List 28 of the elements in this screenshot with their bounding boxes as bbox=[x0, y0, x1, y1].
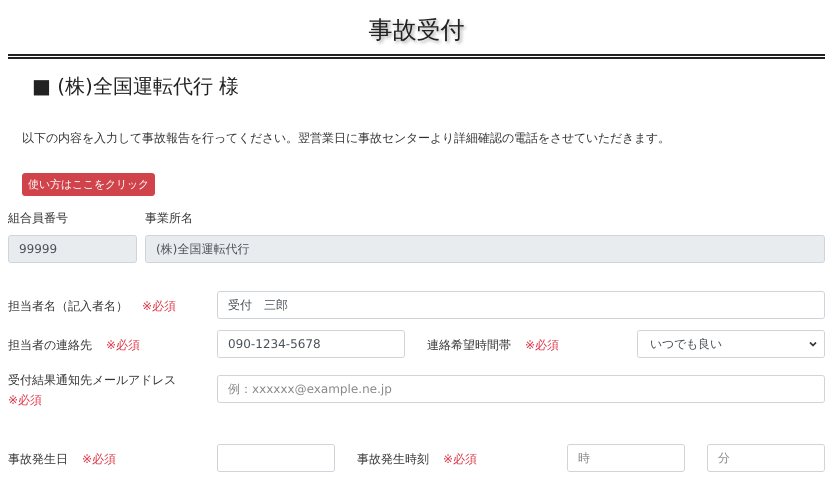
field-label: 事故発生日 bbox=[8, 451, 68, 468]
field-label: 事故発生時刻 bbox=[357, 451, 429, 468]
input-field[interactable] bbox=[217, 444, 335, 472]
required-mark: ※必須 bbox=[106, 338, 140, 352]
required-mark: ※必須 bbox=[82, 452, 116, 466]
field-label: 事業所名 bbox=[145, 210, 194, 227]
chevron-down-icon bbox=[808, 339, 818, 349]
input-field[interactable]: 090-1234-5678 bbox=[217, 330, 405, 358]
help-button[interactable]: 使い方はここをクリック bbox=[22, 173, 155, 196]
field-label: 連絡希望時間帯 bbox=[427, 337, 511, 354]
input-field[interactable]: 例：xxxxxx@example.ne.jp bbox=[217, 375, 825, 403]
input-field[interactable]: 時 bbox=[567, 444, 685, 472]
required-mark: ※必須 bbox=[8, 393, 42, 407]
page-title: 事故受付 bbox=[8, 0, 825, 59]
field-label: 受付結果通知先メールアドレス bbox=[8, 372, 176, 389]
company-heading: ■ (株)全国運転代行 様 bbox=[32, 73, 240, 100]
field-label: 担当者名（記入者名） bbox=[8, 298, 128, 315]
required-mark: ※必須 bbox=[443, 452, 478, 466]
required-mark: ※必須 bbox=[525, 338, 560, 352]
field-label: 組合員番号 bbox=[8, 210, 69, 227]
field-label: 担当者の連絡先 bbox=[8, 337, 92, 354]
intro-text: 以下の内容を入力して事故報告を行ってください。翌営業日に事故センターより詳細確認の電話をさせていただきます。 bbox=[22, 130, 671, 147]
input-field[interactable]: 分 bbox=[707, 444, 825, 472]
select-field[interactable]: いつでも良い bbox=[637, 330, 825, 358]
required-mark: ※必須 bbox=[142, 299, 176, 313]
input-field[interactable]: (株)全国運転代行 bbox=[145, 235, 825, 263]
input-field[interactable]: 99999 bbox=[8, 235, 137, 263]
input-field[interactable]: 受付 三郎 bbox=[217, 291, 825, 319]
